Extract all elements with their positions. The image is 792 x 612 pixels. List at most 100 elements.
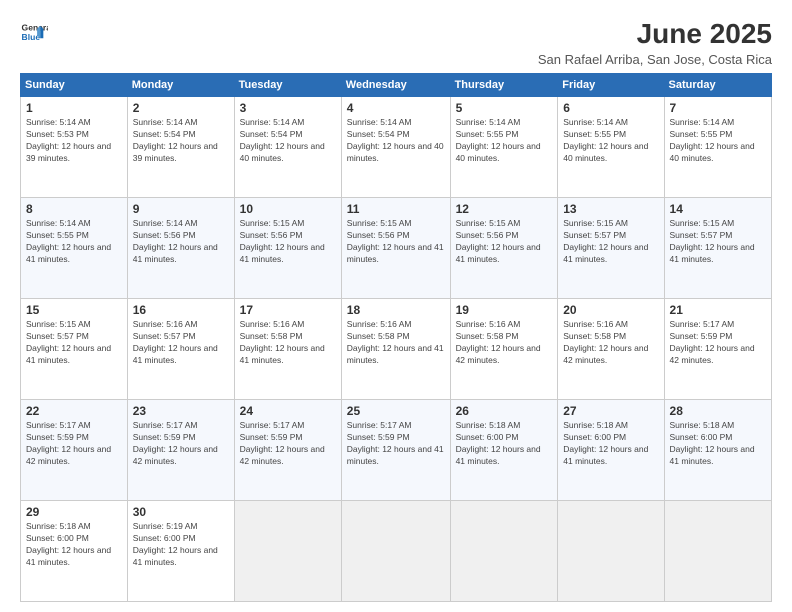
title-block: June 2025 San Rafael Arriba, San Jose, C… xyxy=(538,18,772,67)
day-number: 30 xyxy=(133,505,229,519)
svg-text:General: General xyxy=(22,22,48,32)
day-number: 13 xyxy=(563,202,658,216)
table-row: 29 Sunrise: 5:18 AMSunset: 6:00 PMDaylig… xyxy=(21,501,128,602)
day-number: 6 xyxy=(563,101,658,115)
header-sunday: Sunday xyxy=(21,74,128,97)
table-row: 10 Sunrise: 5:15 AMSunset: 5:56 PMDaylig… xyxy=(234,198,341,299)
day-number: 8 xyxy=(26,202,122,216)
header-wednesday: Wednesday xyxy=(341,74,450,97)
page-header: General Blue June 2025 San Rafael Arriba… xyxy=(20,18,772,67)
day-info: Sunrise: 5:17 AMSunset: 5:59 PMDaylight:… xyxy=(347,420,444,466)
day-info: Sunrise: 5:16 AMSunset: 5:58 PMDaylight:… xyxy=(347,319,444,365)
day-info: Sunrise: 5:16 AMSunset: 5:58 PMDaylight:… xyxy=(456,319,541,365)
day-number: 1 xyxy=(26,101,122,115)
table-row: 12 Sunrise: 5:15 AMSunset: 5:56 PMDaylig… xyxy=(450,198,558,299)
table-row xyxy=(664,501,771,602)
day-info: Sunrise: 5:15 AMSunset: 5:56 PMDaylight:… xyxy=(456,218,541,264)
day-info: Sunrise: 5:16 AMSunset: 5:58 PMDaylight:… xyxy=(563,319,648,365)
table-row: 14 Sunrise: 5:15 AMSunset: 5:57 PMDaylig… xyxy=(664,198,771,299)
day-info: Sunrise: 5:15 AMSunset: 5:56 PMDaylight:… xyxy=(240,218,325,264)
day-number: 14 xyxy=(670,202,766,216)
table-row: 5 Sunrise: 5:14 AMSunset: 5:55 PMDayligh… xyxy=(450,97,558,198)
table-row: 30 Sunrise: 5:19 AMSunset: 6:00 PMDaylig… xyxy=(127,501,234,602)
table-row xyxy=(558,501,664,602)
day-number: 27 xyxy=(563,404,658,418)
weekday-header-row: Sunday Monday Tuesday Wednesday Thursday… xyxy=(21,74,772,97)
table-row: 7 Sunrise: 5:14 AMSunset: 5:55 PMDayligh… xyxy=(664,97,771,198)
day-info: Sunrise: 5:16 AMSunset: 5:57 PMDaylight:… xyxy=(133,319,218,365)
day-info: Sunrise: 5:14 AMSunset: 5:54 PMDaylight:… xyxy=(240,117,325,163)
table-row: 20 Sunrise: 5:16 AMSunset: 5:58 PMDaylig… xyxy=(558,299,664,400)
day-info: Sunrise: 5:14 AMSunset: 5:55 PMDaylight:… xyxy=(456,117,541,163)
day-info: Sunrise: 5:14 AMSunset: 5:55 PMDaylight:… xyxy=(26,218,111,264)
table-row: 13 Sunrise: 5:15 AMSunset: 5:57 PMDaylig… xyxy=(558,198,664,299)
table-row: 19 Sunrise: 5:16 AMSunset: 5:58 PMDaylig… xyxy=(450,299,558,400)
table-row xyxy=(234,501,341,602)
day-number: 10 xyxy=(240,202,336,216)
calendar-title: June 2025 xyxy=(538,18,772,50)
day-number: 21 xyxy=(670,303,766,317)
day-number: 16 xyxy=(133,303,229,317)
day-number: 29 xyxy=(26,505,122,519)
calendar-table: Sunday Monday Tuesday Wednesday Thursday… xyxy=(20,73,772,602)
table-row: 18 Sunrise: 5:16 AMSunset: 5:58 PMDaylig… xyxy=(341,299,450,400)
day-number: 7 xyxy=(670,101,766,115)
day-info: Sunrise: 5:16 AMSunset: 5:58 PMDaylight:… xyxy=(240,319,325,365)
day-info: Sunrise: 5:17 AMSunset: 5:59 PMDaylight:… xyxy=(670,319,755,365)
header-saturday: Saturday xyxy=(664,74,771,97)
calendar-week-row: 22 Sunrise: 5:17 AMSunset: 5:59 PMDaylig… xyxy=(21,400,772,501)
day-info: Sunrise: 5:17 AMSunset: 5:59 PMDaylight:… xyxy=(240,420,325,466)
day-info: Sunrise: 5:19 AMSunset: 6:00 PMDaylight:… xyxy=(133,521,218,567)
table-row: 26 Sunrise: 5:18 AMSunset: 6:00 PMDaylig… xyxy=(450,400,558,501)
day-number: 25 xyxy=(347,404,445,418)
table-row xyxy=(341,501,450,602)
day-number: 24 xyxy=(240,404,336,418)
day-info: Sunrise: 5:18 AMSunset: 6:00 PMDaylight:… xyxy=(26,521,111,567)
day-info: Sunrise: 5:14 AMSunset: 5:55 PMDaylight:… xyxy=(670,117,755,163)
calendar-week-row: 29 Sunrise: 5:18 AMSunset: 6:00 PMDaylig… xyxy=(21,501,772,602)
day-info: Sunrise: 5:14 AMSunset: 5:53 PMDaylight:… xyxy=(26,117,111,163)
day-number: 22 xyxy=(26,404,122,418)
table-row: 2 Sunrise: 5:14 AMSunset: 5:54 PMDayligh… xyxy=(127,97,234,198)
table-row: 22 Sunrise: 5:17 AMSunset: 5:59 PMDaylig… xyxy=(21,400,128,501)
header-tuesday: Tuesday xyxy=(234,74,341,97)
day-number: 17 xyxy=(240,303,336,317)
table-row: 21 Sunrise: 5:17 AMSunset: 5:59 PMDaylig… xyxy=(664,299,771,400)
table-row: 4 Sunrise: 5:14 AMSunset: 5:54 PMDayligh… xyxy=(341,97,450,198)
day-number: 18 xyxy=(347,303,445,317)
table-row: 9 Sunrise: 5:14 AMSunset: 5:56 PMDayligh… xyxy=(127,198,234,299)
table-row: 16 Sunrise: 5:16 AMSunset: 5:57 PMDaylig… xyxy=(127,299,234,400)
table-row: 17 Sunrise: 5:16 AMSunset: 5:58 PMDaylig… xyxy=(234,299,341,400)
day-info: Sunrise: 5:15 AMSunset: 5:57 PMDaylight:… xyxy=(26,319,111,365)
day-info: Sunrise: 5:14 AMSunset: 5:55 PMDaylight:… xyxy=(563,117,648,163)
day-info: Sunrise: 5:18 AMSunset: 6:00 PMDaylight:… xyxy=(670,420,755,466)
table-row: 15 Sunrise: 5:15 AMSunset: 5:57 PMDaylig… xyxy=(21,299,128,400)
day-number: 5 xyxy=(456,101,553,115)
day-number: 9 xyxy=(133,202,229,216)
table-row: 28 Sunrise: 5:18 AMSunset: 6:00 PMDaylig… xyxy=(664,400,771,501)
day-info: Sunrise: 5:17 AMSunset: 5:59 PMDaylight:… xyxy=(133,420,218,466)
day-info: Sunrise: 5:15 AMSunset: 5:56 PMDaylight:… xyxy=(347,218,444,264)
day-number: 20 xyxy=(563,303,658,317)
day-info: Sunrise: 5:15 AMSunset: 5:57 PMDaylight:… xyxy=(563,218,648,264)
table-row: 1 Sunrise: 5:14 AMSunset: 5:53 PMDayligh… xyxy=(21,97,128,198)
table-row: 11 Sunrise: 5:15 AMSunset: 5:56 PMDaylig… xyxy=(341,198,450,299)
header-monday: Monday xyxy=(127,74,234,97)
table-row: 25 Sunrise: 5:17 AMSunset: 5:59 PMDaylig… xyxy=(341,400,450,501)
day-info: Sunrise: 5:18 AMSunset: 6:00 PMDaylight:… xyxy=(456,420,541,466)
day-number: 12 xyxy=(456,202,553,216)
table-row xyxy=(450,501,558,602)
calendar-week-row: 15 Sunrise: 5:15 AMSunset: 5:57 PMDaylig… xyxy=(21,299,772,400)
table-row: 6 Sunrise: 5:14 AMSunset: 5:55 PMDayligh… xyxy=(558,97,664,198)
day-number: 26 xyxy=(456,404,553,418)
table-row: 27 Sunrise: 5:18 AMSunset: 6:00 PMDaylig… xyxy=(558,400,664,501)
day-number: 4 xyxy=(347,101,445,115)
table-row: 3 Sunrise: 5:14 AMSunset: 5:54 PMDayligh… xyxy=(234,97,341,198)
day-info: Sunrise: 5:18 AMSunset: 6:00 PMDaylight:… xyxy=(563,420,648,466)
day-info: Sunrise: 5:14 AMSunset: 5:56 PMDaylight:… xyxy=(133,218,218,264)
calendar-subtitle: San Rafael Arriba, San Jose, Costa Rica xyxy=(538,52,772,67)
calendar-week-row: 1 Sunrise: 5:14 AMSunset: 5:53 PMDayligh… xyxy=(21,97,772,198)
day-number: 28 xyxy=(670,404,766,418)
day-number: 19 xyxy=(456,303,553,317)
day-info: Sunrise: 5:17 AMSunset: 5:59 PMDaylight:… xyxy=(26,420,111,466)
